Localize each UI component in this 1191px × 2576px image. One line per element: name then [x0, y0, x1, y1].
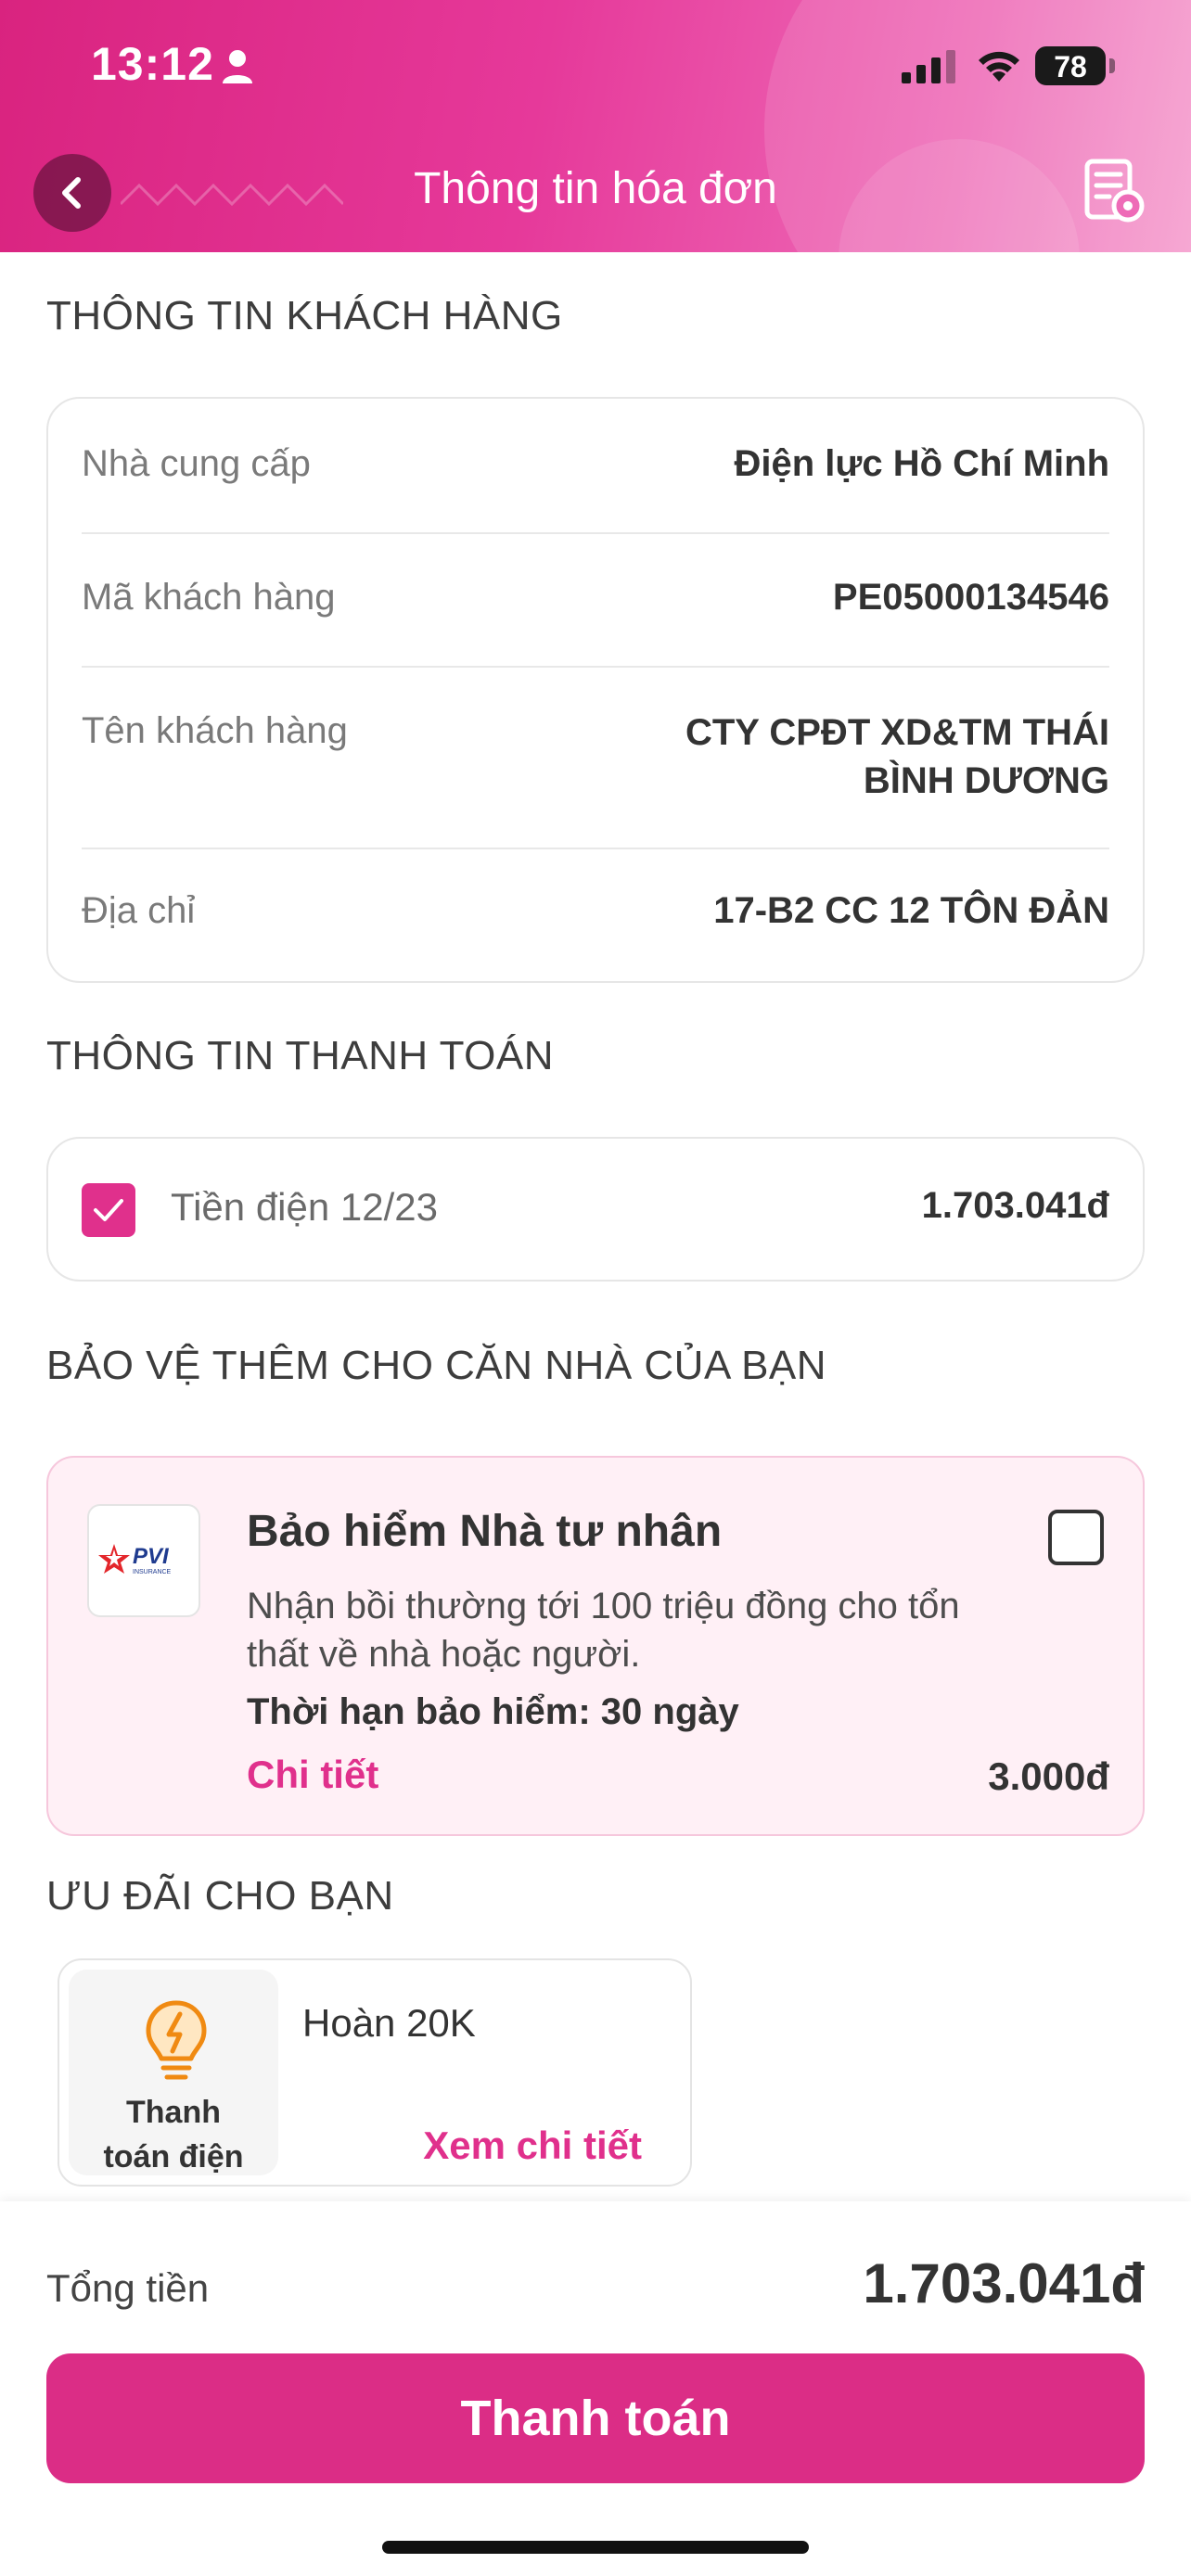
insurance-description-line: Nhận bồi thường tới 100 triệu đồng cho t…	[247, 1586, 960, 1626]
insurance-card[interactable]: PVI INSURANCE Bảo hiểm Nhà tư nhân Nhận …	[46, 1456, 1145, 1836]
offer-title: Hoàn 20K	[302, 2001, 476, 2045]
info-row-address: Địa chỉ 17-B2 CC 12 TÔN ĐẢN	[82, 890, 1109, 946]
info-label: Tên khách hàng	[82, 710, 348, 751]
pvi-logo-mark: PVI INSURANCE	[98, 1544, 172, 1575]
divider	[82, 848, 1109, 849]
payment-item-checkbox[interactable]	[82, 1183, 135, 1237]
offer-detail-link[interactable]: Xem chi tiết	[423, 2123, 642, 2168]
payment-item-amount: 1.703.041đ	[921, 1185, 1109, 1226]
person-icon	[223, 50, 252, 83]
info-value: Điện lực Hồ Chí Minh	[734, 443, 1109, 484]
info-row-customer-name: Tên khách hàng CTY CPĐT XD&TM THÁI BÌNH …	[82, 710, 1109, 812]
bill-settings-icon[interactable]	[1082, 158, 1146, 224]
offer-category-tile: Thanh toán điện	[69, 1970, 278, 2175]
insurance-detail-link[interactable]: Chi tiết	[247, 1753, 378, 1797]
info-row-customer-id: Mã khách hàng PE05000134546	[82, 577, 1109, 632]
insurance-description: Nhận bồi thường tới 100 triệu đồng cho t…	[247, 1582, 1082, 1678]
info-label: Địa chỉ	[82, 890, 196, 931]
checkmark-icon	[94, 1199, 123, 1221]
pvi-logo-subtext: INSURANCE	[133, 1569, 172, 1575]
total-amount: 1.703.041đ	[863, 2252, 1145, 2315]
divider	[82, 666, 1109, 668]
payment-section-title: THÔNG TIN THANH TOÁN	[46, 1033, 555, 1078]
wifi-icon	[979, 51, 1019, 82]
payment-item-card[interactable]: Tiền điện 12/23 1.703.041đ	[46, 1137, 1145, 1282]
cellular-signal-icon	[902, 50, 955, 83]
offer-card[interactable]: Thanh toán điện Hoàn 20K Xem chi tiết	[58, 1958, 692, 2187]
info-value-line: CTY CPĐT XD&TM THÁI	[685, 712, 1109, 753]
pay-button[interactable]: Thanh toán	[46, 2353, 1145, 2483]
page-title: Thông tin hóa đơn	[414, 164, 777, 213]
payment-item-label: Tiền điện 12/23	[171, 1185, 438, 1229]
checkout-bar: Tổng tiền 1.703.041đ Thanh toán	[0, 2201, 1191, 2576]
home-indicator[interactable]	[382, 2541, 809, 2554]
info-label: Mã khách hàng	[82, 577, 336, 618]
pvi-logo: PVI INSURANCE	[87, 1504, 200, 1617]
insurance-description-line: thất về nhà hoặc người.	[247, 1634, 641, 1675]
customer-info-card: Nhà cung cấp Điện lực Hồ Chí Minh Mã khá…	[46, 397, 1145, 983]
insurance-price: 3.000đ	[988, 1754, 1109, 1798]
offers-section-title: ƯU ĐÃI CHO BẠN	[46, 1873, 394, 1919]
info-value-line: BÌNH DƯƠNG	[863, 760, 1109, 801]
status-bar: 13:12 78	[0, 0, 1191, 139]
insurance-term: Thời hạn bảo hiểm: 30 ngày	[247, 1691, 739, 1732]
pvi-logo-text: PVI	[133, 1544, 170, 1569]
offer-category-line: toán điện	[103, 2139, 244, 2174]
insurance-title: Bảo hiểm Nhà tư nhân	[247, 1507, 723, 1556]
total-label: Tổng tiền	[46, 2266, 210, 2310]
battery-level: 78	[1054, 50, 1087, 83]
offer-category-line: Thanh	[126, 2095, 221, 2130]
insurance-checkbox[interactable]	[1048, 1510, 1104, 1565]
app-header: 13:12 78 Thông tin hóa đơn	[0, 0, 1191, 252]
info-value: PE05000134546	[832, 577, 1109, 618]
insurance-section-title: BẢO VỆ THÊM CHO CĂN NHÀ CỦA BẠN	[46, 1343, 827, 1388]
offer-category-label: Thanh toán điện	[69, 2090, 278, 2179]
info-row-provider: Nhà cung cấp Điện lực Hồ Chí Minh	[82, 443, 1109, 499]
info-value: 17-B2 CC 12 TÔN ĐẢN	[713, 890, 1109, 931]
status-time: 13:12	[91, 38, 214, 90]
divider	[82, 532, 1109, 534]
customer-section-title: THÔNG TIN KHÁCH HÀNG	[46, 293, 563, 338]
info-value: CTY CPĐT XD&TM THÁI BÌNH DƯƠNG	[685, 708, 1109, 805]
battery-icon: 78	[1035, 46, 1106, 85]
battery-tip	[1109, 58, 1115, 73]
info-label: Nhà cung cấp	[82, 443, 311, 484]
lightbulb-icon	[146, 2000, 207, 2080]
